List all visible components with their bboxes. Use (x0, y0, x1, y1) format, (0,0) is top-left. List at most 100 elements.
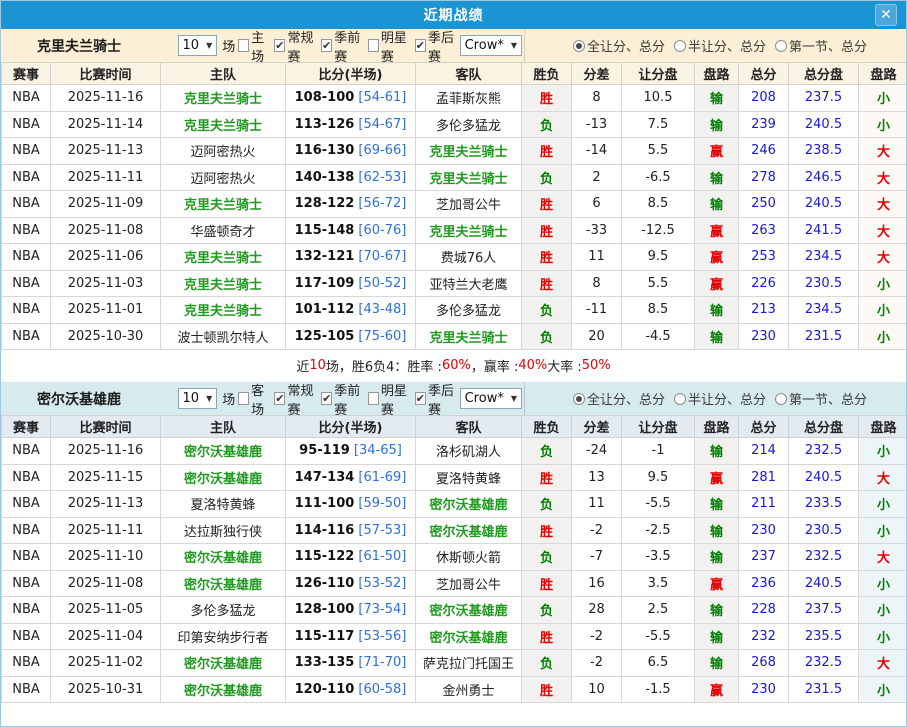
checkbox-group: 客场✔常规赛✔季前赛明星赛✔季后赛 (236, 380, 459, 418)
over-under-cell: 大 (859, 191, 907, 218)
away-team-cell: 芝加哥公牛 (416, 191, 522, 218)
column-header: 盘路 (859, 63, 907, 85)
radio-selected-icon[interactable] (573, 393, 585, 405)
checkbox-label: 明星赛 (381, 27, 413, 65)
half-score: [53-52] (354, 576, 406, 591)
result-cell: 负 (522, 111, 572, 138)
radio-label: 第一节、总分 (789, 36, 867, 55)
diff-cell: -24 (572, 438, 622, 465)
date-cell: 2025-11-02 (51, 650, 161, 677)
column-header: 比赛时间 (51, 416, 161, 438)
chevron-down-icon: ▼ (206, 41, 212, 50)
result-cell: 负 (522, 544, 572, 571)
radio-unselected-icon[interactable] (775, 40, 787, 52)
checkbox-checked-icon[interactable]: ✔ (415, 39, 426, 52)
away-team-cell: 多伦多猛龙 (416, 297, 522, 324)
team-section: 密尔沃基雄鹿 10 ▼ 场 客场✔常规赛✔季前赛明星赛✔季后赛 Crow* ▼ … (1, 382, 906, 705)
table-row: NBA2025-11-02密尔沃基雄鹿133-135 [71-70]萨克拉门托国… (2, 650, 907, 677)
checkbox-unchecked-icon[interactable] (238, 392, 249, 405)
games-count-select[interactable]: 10 ▼ (178, 35, 218, 56)
odds-company-select[interactable]: Crow* ▼ (460, 388, 522, 409)
over-under-cell: 小 (859, 570, 907, 597)
close-button[interactable]: ✕ (875, 4, 897, 26)
diff-cell: 13 (572, 464, 622, 491)
league-cell: NBA (2, 297, 51, 324)
radio-group: 全让分、总分半让分、总分第一节、总分 (564, 389, 867, 408)
score-cell: 116-130 [69-66] (286, 138, 416, 165)
away-team-cell: 克里夫兰骑士 (416, 217, 522, 244)
table-header-row: 赛事比赛时间主队比分(半场)客队胜负分差让分盘盘路总分总分盘盘路 (2, 416, 907, 438)
summary-stat-value: 60% (442, 358, 471, 373)
table-row: NBA2025-11-14克里夫兰骑士113-126 [54-67]多伦多猛龙负… (2, 111, 907, 138)
handicap-outcome-cell: 赢 (695, 244, 739, 271)
checkbox-unchecked-icon[interactable] (238, 39, 249, 52)
full-score: 147-134 (295, 470, 355, 485)
odds-company-select[interactable]: Crow* ▼ (460, 35, 522, 56)
results-table: 赛事比赛时间主队比分(半场)客队胜负分差让分盘盘路总分总分盘盘路 NBA2025… (1, 62, 907, 350)
away-team-cell: 夏洛特黄蜂 (416, 464, 522, 491)
checkbox-checked-icon[interactable]: ✔ (274, 392, 285, 405)
result-cell: 负 (522, 491, 572, 518)
results-table: 赛事比赛时间主队比分(半场)客队胜负分差让分盘盘路总分总分盘盘路 NBA2025… (1, 415, 907, 703)
column-header: 让分盘 (622, 416, 695, 438)
diff-cell: 2 (572, 164, 622, 191)
filter-checkbox-item: 主场 (236, 27, 272, 65)
away-team-cell: 密尔沃基雄鹿 (416, 623, 522, 650)
date-cell: 2025-11-15 (51, 464, 161, 491)
team-name: 克里夫兰骑士 (37, 36, 178, 56)
away-team-cell: 亚特兰大老鹰 (416, 270, 522, 297)
diff-cell: 16 (572, 570, 622, 597)
score-cell: 101-112 [43-48] (286, 297, 416, 324)
checkbox-checked-icon[interactable]: ✔ (274, 39, 285, 52)
checkbox-checked-icon[interactable]: ✔ (415, 392, 426, 405)
column-header: 比分(半场) (286, 63, 416, 85)
total-line-cell: 234.5 (789, 244, 859, 271)
result-cell: 胜 (522, 464, 572, 491)
half-score: [69-66] (354, 143, 406, 158)
diff-cell: 8 (572, 270, 622, 297)
team-section: 克里夫兰骑士 10 ▼ 场 主场✔常规赛✔季前赛明星赛✔季后赛 Crow* ▼ … (1, 29, 906, 382)
result-cell: 负 (522, 164, 572, 191)
radio-unselected-icon[interactable] (775, 393, 787, 405)
checkbox-unchecked-icon[interactable] (368, 392, 379, 405)
diff-cell: -11 (572, 297, 622, 324)
chevron-down-icon: ▼ (511, 41, 517, 50)
result-cell: 胜 (522, 570, 572, 597)
checkbox-label: 主场 (251, 27, 272, 65)
games-count-value: 10 (183, 38, 200, 53)
diff-cell: -2 (572, 650, 622, 677)
home-team-cell: 夏洛特黄蜂 (161, 491, 286, 518)
away-team-cell: 洛杉矶湖人 (416, 438, 522, 465)
score-cell: 115-117 [53-56] (286, 623, 416, 650)
score-cell: 115-148 [60-76] (286, 217, 416, 244)
checkbox-unchecked-icon[interactable] (368, 39, 379, 52)
diff-cell: -2 (572, 517, 622, 544)
radio-unselected-icon[interactable] (674, 393, 686, 405)
radio-selected-icon[interactable] (573, 40, 585, 52)
date-cell: 2025-11-16 (51, 438, 161, 465)
table-row: NBA2025-11-09克里夫兰骑士128-122 [56-72]芝加哥公牛胜… (2, 191, 907, 218)
half-score: [73-54] (354, 602, 406, 617)
table-row: NBA2025-10-30波士顿凯尔特人125-105 [75-60]克里夫兰骑… (2, 323, 907, 350)
result-cell: 负 (522, 597, 572, 624)
column-header: 客队 (416, 416, 522, 438)
checkbox-label: 季后赛 (428, 380, 460, 418)
chevron-down-icon: ▼ (206, 394, 212, 403)
home-team-cell: 克里夫兰骑士 (161, 111, 286, 138)
league-cell: NBA (2, 623, 51, 650)
over-under-cell: 小 (859, 323, 907, 350)
handicap-line-cell: 8.5 (622, 191, 695, 218)
checkbox-checked-icon[interactable]: ✔ (321, 39, 332, 52)
half-score: [59-50] (354, 496, 406, 511)
table-row: NBA2025-11-16密尔沃基雄鹿95-119 [34-65]洛杉矶湖人负-… (2, 438, 907, 465)
total-points-cell: 230 (739, 323, 789, 350)
result-cell: 胜 (522, 217, 572, 244)
games-count-select[interactable]: 10 ▼ (178, 388, 218, 409)
total-points-cell: 268 (739, 650, 789, 677)
checkbox-checked-icon[interactable]: ✔ (321, 392, 332, 405)
total-points-cell: 253 (739, 244, 789, 271)
handicap-line-cell: -3.5 (622, 544, 695, 571)
score-cell: 128-100 [73-54] (286, 597, 416, 624)
over-under-cell: 大 (859, 217, 907, 244)
radio-unselected-icon[interactable] (674, 40, 686, 52)
